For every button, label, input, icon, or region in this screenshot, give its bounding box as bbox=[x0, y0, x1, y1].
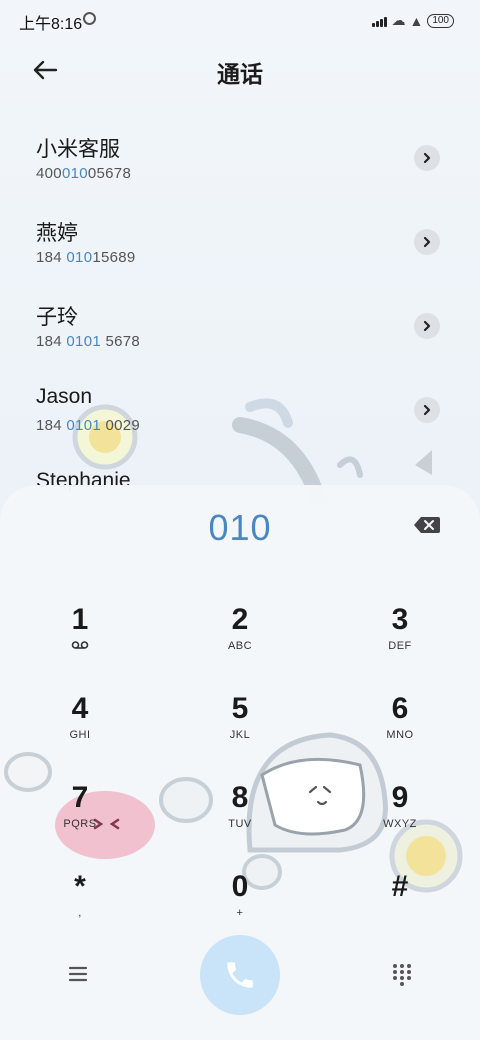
key-letters: WXYZ bbox=[383, 818, 417, 830]
contact-number: 184 01015689 bbox=[36, 249, 136, 266]
key-letters: DEF bbox=[388, 640, 412, 652]
key-digit: 0 bbox=[231, 870, 249, 903]
dialpad-icon bbox=[393, 964, 411, 986]
contact-detail-button[interactable] bbox=[414, 397, 440, 423]
key-digit: 5 bbox=[231, 692, 249, 725]
menu-button[interactable] bbox=[66, 964, 90, 984]
backspace-button[interactable] bbox=[412, 515, 442, 535]
status-icons: ☁ ▲ 100 bbox=[372, 12, 454, 29]
voicemail-icon bbox=[20, 640, 140, 653]
alarm-icon bbox=[83, 12, 96, 25]
key-digit: 1 bbox=[71, 603, 89, 636]
contact-number: 184 0101 0029 bbox=[36, 417, 141, 434]
dial-key-5[interactable]: 5 JKL bbox=[180, 691, 300, 771]
key-letters: ABC bbox=[227, 640, 253, 652]
status-bar: 上午8:16 ☁ ▲ 100 bbox=[0, 0, 480, 40]
contact-name: 燕婷 bbox=[36, 222, 78, 245]
list-item[interactable]: 小米客服 40001005678 bbox=[0, 133, 480, 217]
contact-name: Jason bbox=[36, 385, 93, 408]
key-letters: JKL bbox=[229, 729, 251, 741]
key-digit: 6 bbox=[391, 692, 409, 725]
key-digit: 8 bbox=[231, 781, 249, 814]
status-time: 上午8:16 bbox=[19, 16, 83, 33]
dialpad-toggle-button[interactable] bbox=[390, 962, 414, 986]
key-digit: 2 bbox=[231, 603, 249, 636]
dial-key-9[interactable]: 9 WXYZ bbox=[340, 780, 460, 860]
contact-name: 子玲 bbox=[36, 306, 78, 329]
key-letters: , bbox=[78, 907, 82, 919]
dial-key-1[interactable]: 1 bbox=[20, 602, 140, 682]
call-button[interactable] bbox=[200, 935, 280, 1015]
key-digit: 4 bbox=[71, 692, 89, 725]
battery-indicator: 100 bbox=[427, 13, 454, 28]
chevron-right-icon bbox=[423, 236, 431, 248]
key-letters: PQRS bbox=[63, 818, 97, 830]
key-digit: * bbox=[74, 870, 86, 903]
chevron-right-icon bbox=[423, 152, 431, 164]
contact-detail-button[interactable] bbox=[414, 145, 440, 171]
key-digit: 9 bbox=[391, 781, 409, 814]
key-digit: 7 bbox=[71, 781, 89, 814]
page-title: 通话 bbox=[217, 61, 263, 87]
dial-key-2[interactable]: 2 ABC bbox=[180, 602, 300, 682]
list-item[interactable]: 燕婷 184 01015689 bbox=[0, 217, 480, 301]
list-item[interactable]: 子玲 184 0101 5678 bbox=[0, 301, 480, 385]
megaphone-icon: ▲ bbox=[409, 12, 424, 29]
backspace-icon bbox=[414, 517, 440, 533]
dial-key-7[interactable]: 7 PQRS bbox=[20, 780, 140, 860]
signal-icon bbox=[372, 15, 388, 27]
key-letters: TUV bbox=[228, 818, 252, 830]
dial-key-4[interactable]: 4 GHI bbox=[20, 691, 140, 771]
phone-icon bbox=[227, 962, 253, 988]
chevron-right-icon bbox=[423, 404, 431, 416]
chevron-right-icon bbox=[423, 320, 431, 332]
key-digit: 3 bbox=[391, 603, 409, 636]
contact-number: 40001005678 bbox=[36, 165, 132, 182]
list-item[interactable]: Jason 184 0101 0029 bbox=[0, 385, 480, 469]
dialed-number[interactable]: 010 bbox=[0, 507, 480, 549]
cloud-icon: ☁ bbox=[391, 12, 406, 28]
dial-key-3[interactable]: 3 DEF bbox=[340, 602, 460, 682]
header: 通话 bbox=[0, 45, 480, 95]
contact-detail-button[interactable] bbox=[414, 313, 440, 339]
contact-number: 184 0101 5678 bbox=[36, 333, 141, 350]
menu-icon bbox=[68, 966, 88, 982]
dial-key-8[interactable]: 8 TUV bbox=[180, 780, 300, 860]
key-letters: + bbox=[236, 907, 244, 919]
dial-key-hash[interactable]: # bbox=[340, 869, 460, 949]
key-digit: # bbox=[391, 870, 409, 903]
dial-key-6[interactable]: 6 MNO bbox=[340, 691, 460, 771]
key-letters: MNO bbox=[386, 729, 414, 741]
contact-detail-button[interactable] bbox=[414, 229, 440, 255]
contact-name: 小米客服 bbox=[36, 138, 120, 161]
dial-key-star[interactable]: * , bbox=[20, 869, 140, 949]
key-letters: GHI bbox=[69, 729, 91, 741]
